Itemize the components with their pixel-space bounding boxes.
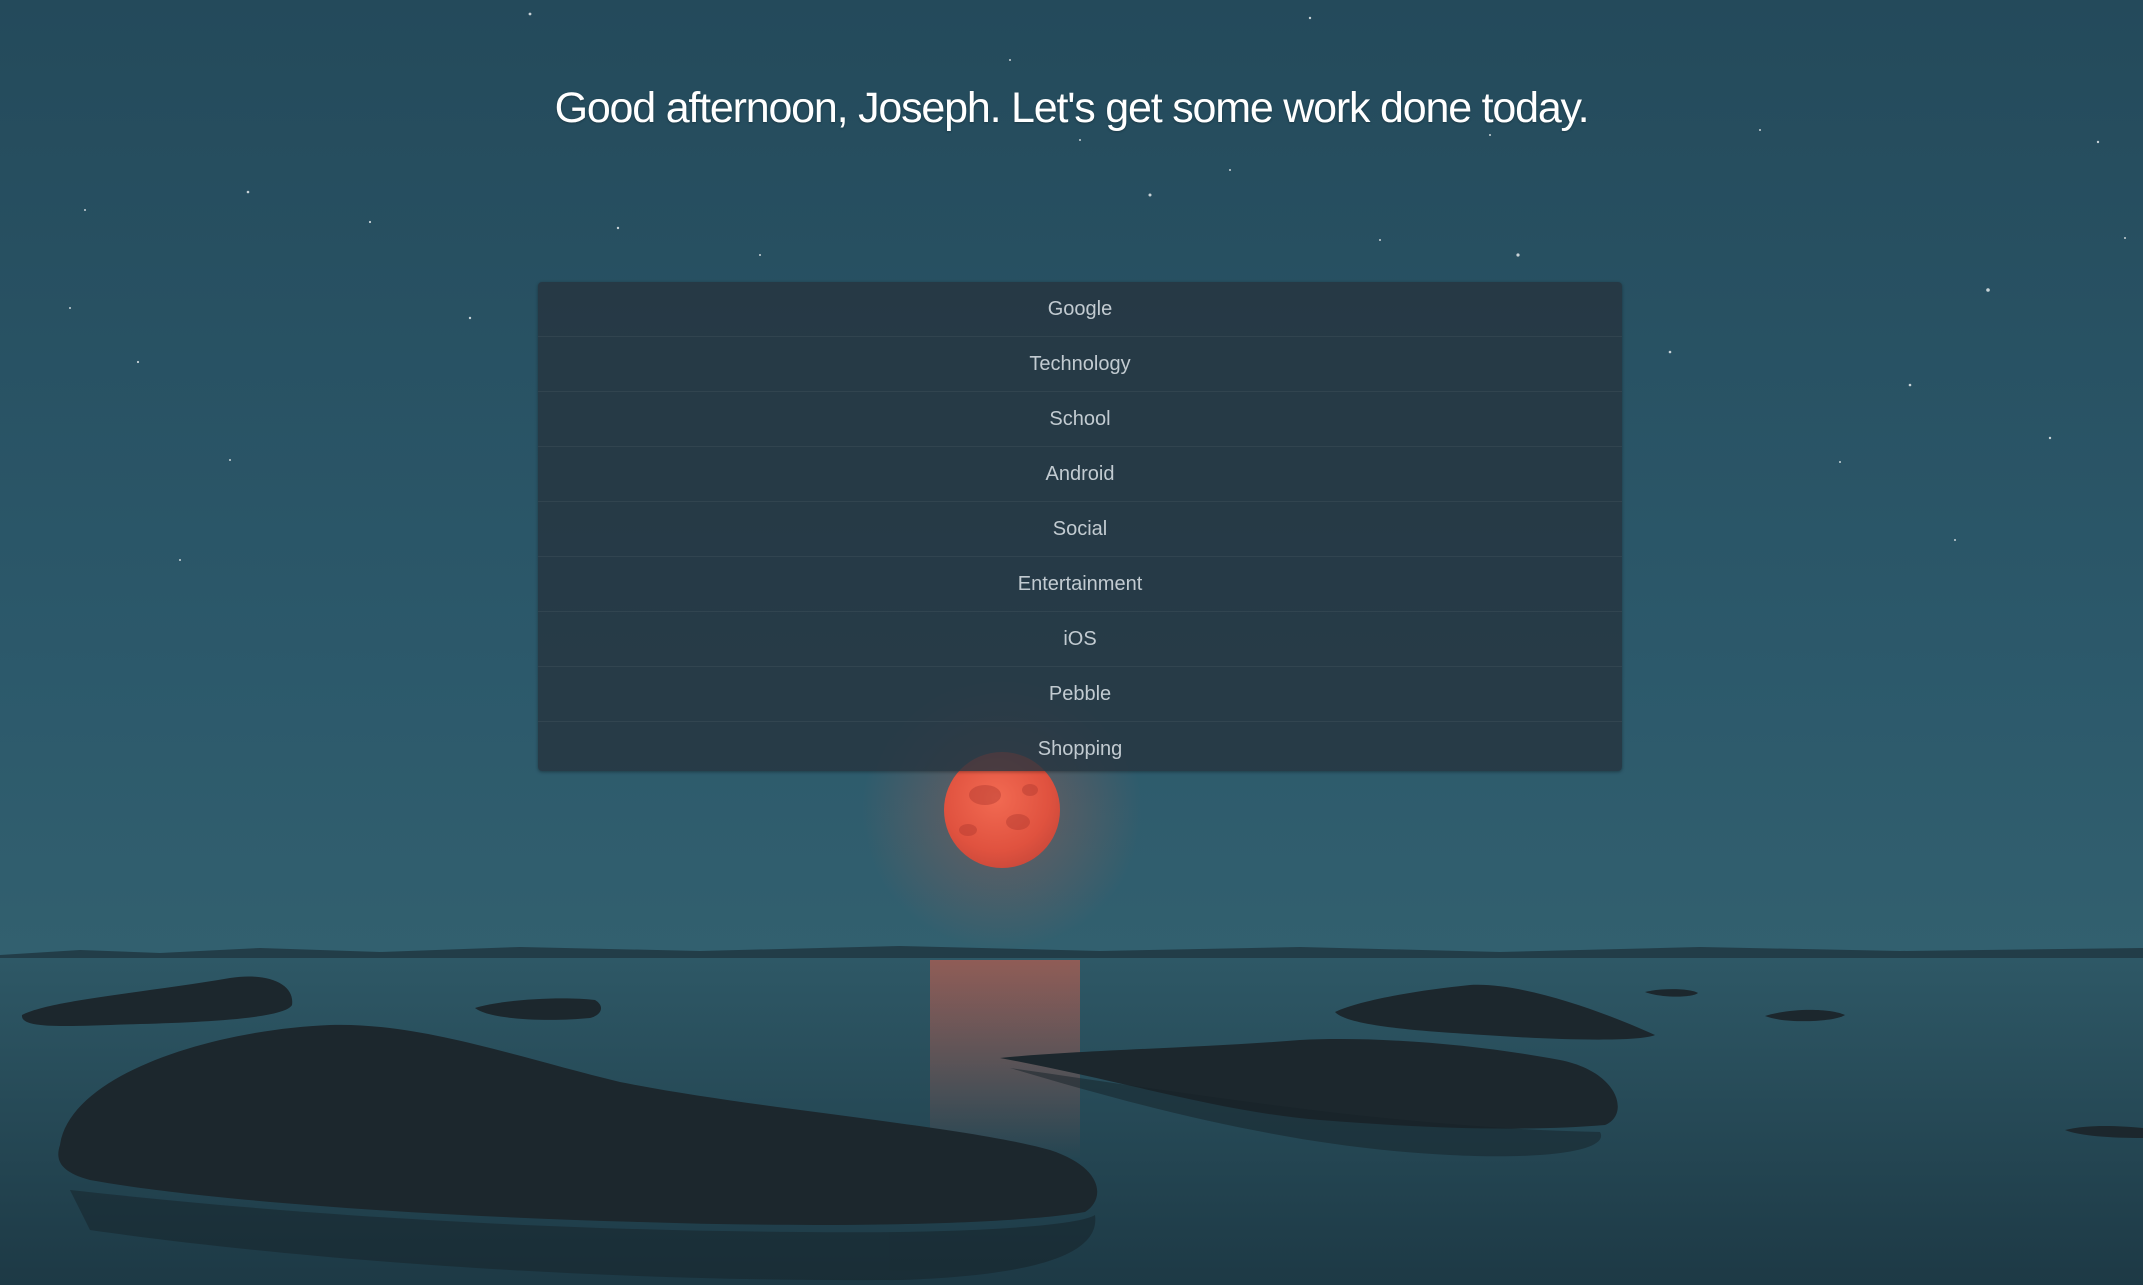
- category-item-shopping[interactable]: Shopping: [538, 722, 1622, 771]
- category-item-school[interactable]: School: [538, 392, 1622, 447]
- category-item-technology[interactable]: Technology: [538, 337, 1622, 392]
- category-item-android[interactable]: Android: [538, 447, 1622, 502]
- bookmark-category-list: Google Technology School Android Social …: [538, 282, 1622, 771]
- category-item-ios[interactable]: iOS: [538, 612, 1622, 667]
- category-item-pebble[interactable]: Pebble: [538, 667, 1622, 722]
- category-item-entertainment[interactable]: Entertainment: [538, 557, 1622, 612]
- category-item-google[interactable]: Google: [538, 282, 1622, 337]
- greeting-message: Good afternoon, Joseph. Let's get some w…: [554, 84, 1590, 132]
- category-item-social[interactable]: Social: [538, 502, 1622, 557]
